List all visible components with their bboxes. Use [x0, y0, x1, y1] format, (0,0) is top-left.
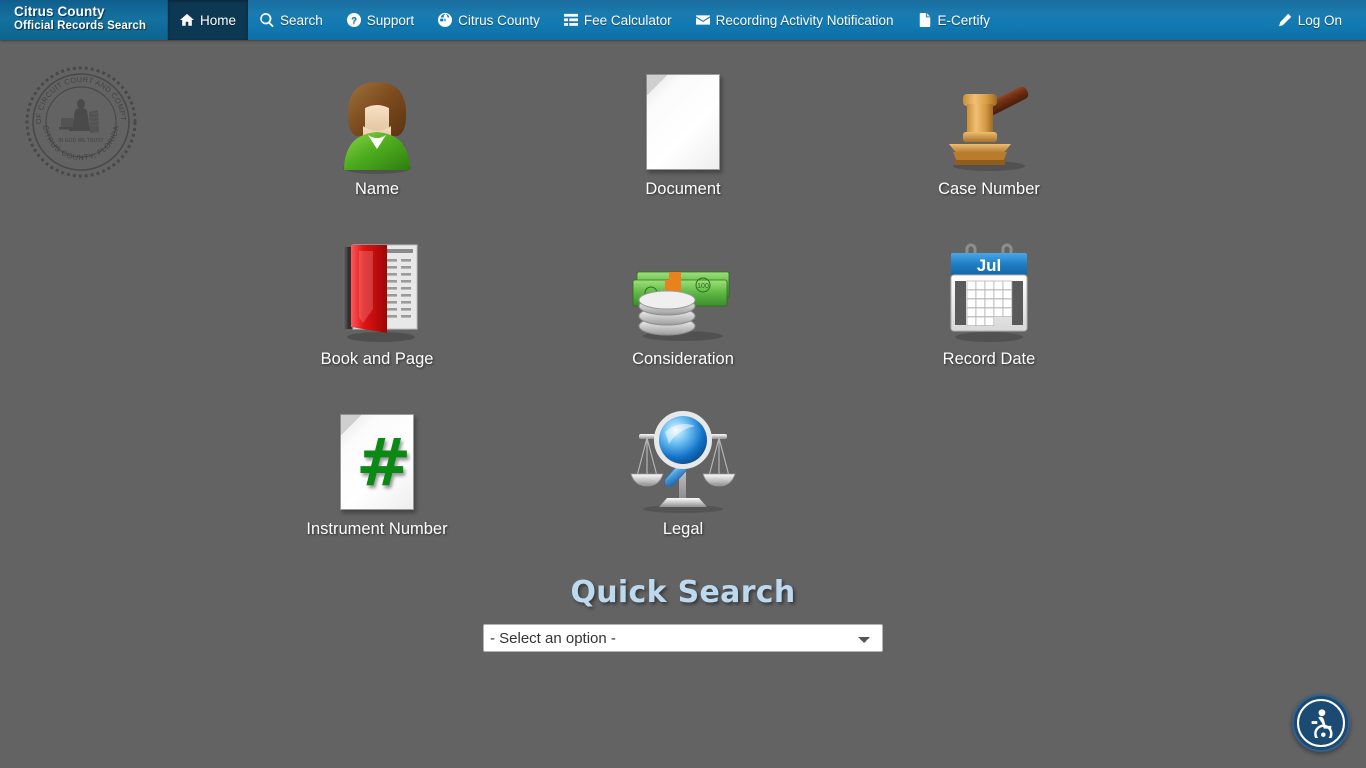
tile-row: Book and Page 100 Consideration Jul Reco…: [0, 210, 1366, 380]
tile-label: Consideration: [632, 350, 734, 368]
search-tile-record-date[interactable]: Jul Record Date: [836, 210, 1142, 380]
tile-label: Case Number: [938, 180, 1040, 198]
nav-item-citrus-county[interactable]: Citrus County: [426, 0, 552, 40]
hash-glyph: #: [355, 424, 412, 502]
tile-label: Legal: [662, 520, 704, 538]
envelope-icon: [695, 13, 710, 27]
search-tile-case-number[interactable]: Case Number: [836, 40, 1142, 210]
question-circle-icon: ?: [346, 13, 361, 27]
nav-item-e-certify[interactable]: E-Certify: [906, 0, 1003, 40]
book-icon: [329, 238, 425, 346]
nav-label-support: Support: [366, 12, 415, 28]
quick-search-select[interactable]: - Select an option -: [483, 624, 883, 652]
tile-label: Document: [645, 180, 721, 198]
tile-label: Instrument Number: [306, 520, 448, 538]
file-icon: [918, 13, 932, 27]
brand-logo[interactable]: Citrus County Official Records Search: [0, 0, 168, 40]
nav-label-search: Search: [280, 12, 323, 28]
search-tile-document[interactable]: Document: [530, 40, 836, 210]
document-icon: [646, 68, 720, 176]
log-on-label: Log On: [1297, 12, 1342, 28]
svg-text:100: 100: [697, 283, 709, 290]
search-tile-grid: Name Document Case Number Book and Page …: [0, 40, 1366, 550]
search-tile-instrument-number[interactable]: # Instrument Number: [224, 380, 530, 550]
calendar-icon: Jul: [941, 238, 1037, 346]
search-icon: [260, 13, 274, 27]
tile-row: Name Document Case Number: [0, 40, 1366, 210]
quick-search-title: Quick Search: [570, 575, 796, 610]
globe-icon: [438, 13, 453, 27]
search-tile-name[interactable]: Name: [224, 40, 530, 210]
pencil-icon: [1278, 13, 1292, 27]
brand-line-2: Official Records Search: [14, 19, 147, 32]
nav-item-recording-activity-notification[interactable]: Recording Activity Notification: [684, 0, 906, 40]
tile-label: Record Date: [942, 350, 1036, 368]
search-tile-legal[interactable]: Legal: [530, 380, 836, 550]
log-on-button[interactable]: Log On: [1266, 0, 1366, 40]
nav-item-support[interactable]: ? Support: [335, 0, 426, 40]
top-navbar: Citrus County Official Records Search Ho…: [0, 0, 1366, 40]
accessibility-button[interactable]: [1292, 694, 1350, 752]
nav-label-e-certify: E-Certify: [937, 12, 991, 28]
nav-label-citrus-county: Citrus County: [458, 12, 540, 28]
svg-text:?: ?: [351, 16, 357, 27]
search-tile-consideration[interactable]: 100 Consideration: [530, 210, 836, 380]
hash-document-icon: #: [340, 408, 414, 516]
nav-items: Home Search ? Support Citrus County Fee …: [168, 0, 1002, 40]
person-icon: [337, 68, 417, 176]
wheelchair-icon: [1297, 699, 1345, 747]
nav-label-home: Home: [200, 12, 237, 28]
nav-item-fee-calculator[interactable]: Fee Calculator: [552, 0, 684, 40]
nav-item-search[interactable]: Search: [248, 0, 335, 40]
list-icon: [563, 13, 578, 27]
nav-label-recording-activity-notification: Recording Activity Notification: [715, 12, 894, 28]
nav-item-home[interactable]: Home: [168, 0, 249, 40]
home-icon: [180, 13, 194, 27]
tile-label: Book and Page: [320, 350, 434, 368]
money-icon: 100: [629, 238, 737, 346]
tile-label: Name: [354, 180, 399, 198]
calendar-month-label: Jul: [977, 256, 1002, 275]
gavel-icon: [941, 68, 1037, 176]
tile-placeholder: [836, 380, 1142, 550]
quick-search-section: Quick Search - Select an option -: [0, 575, 1366, 652]
tile-row: # Instrument Number Legal: [0, 380, 1366, 550]
brand-line-1: Citrus County: [14, 4, 105, 19]
document-fold: [647, 75, 667, 95]
scales-magnifier-icon: [629, 408, 737, 516]
nav-label-fee-calculator: Fee Calculator: [583, 12, 672, 28]
search-tile-book-and-page[interactable]: Book and Page: [224, 210, 530, 380]
